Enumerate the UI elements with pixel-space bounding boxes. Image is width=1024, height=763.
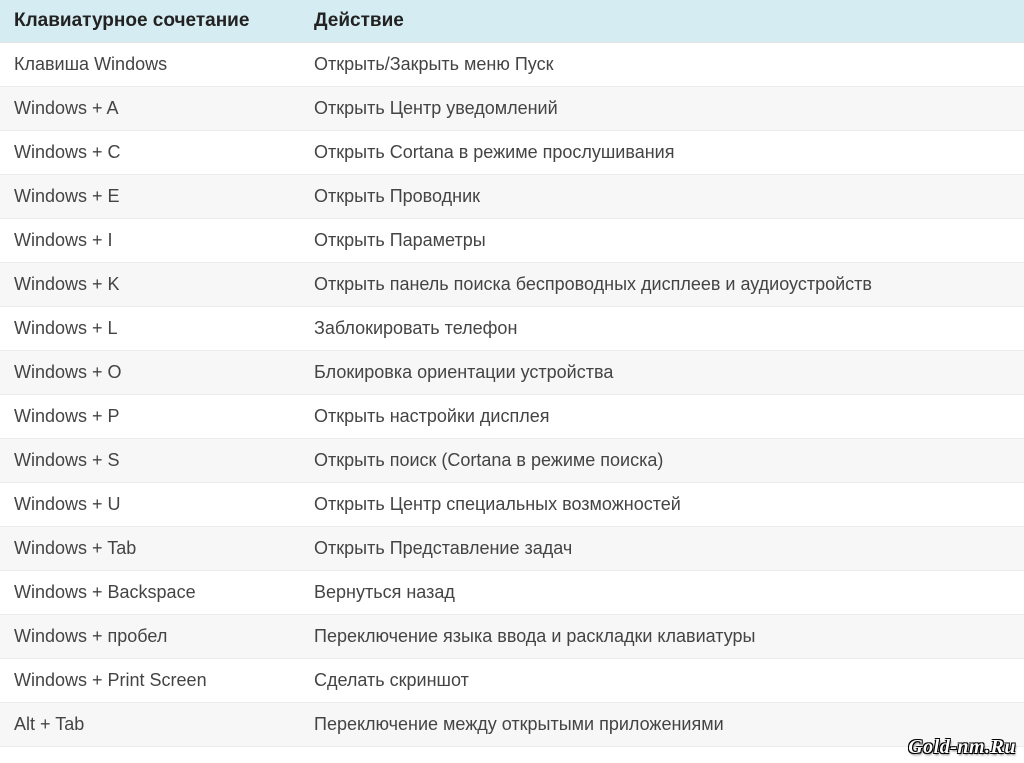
cell-shortcut: Windows + I (0, 219, 300, 263)
cell-shortcut: Windows + K (0, 263, 300, 307)
table-row: Windows + U Открыть Центр специальных во… (0, 483, 1024, 527)
table-row: Windows + Backspace Вернуться назад (0, 571, 1024, 615)
cell-shortcut: Windows + S (0, 439, 300, 483)
cell-shortcut: Windows + Tab (0, 527, 300, 571)
cell-shortcut: Windows + U (0, 483, 300, 527)
cell-action: Переключение между открытыми приложениям… (300, 703, 1024, 747)
table-row: Windows + A Открыть Центр уведомлений (0, 87, 1024, 131)
table-row: Windows + пробел Переключение языка ввод… (0, 615, 1024, 659)
cell-shortcut: Alt + Tab (0, 703, 300, 747)
table-row: Windows + I Открыть Параметры (0, 219, 1024, 263)
cell-action: Открыть Центр уведомлений (300, 87, 1024, 131)
cell-action: Открыть Cortana в режиме прослушивания (300, 131, 1024, 175)
table-header-row: Клавиатурное сочетание Действие (0, 0, 1024, 43)
cell-shortcut: Windows + L (0, 307, 300, 351)
cell-action: Открыть/Закрыть меню Пуск (300, 43, 1024, 87)
cell-action: Открыть настройки дисплея (300, 395, 1024, 439)
cell-action: Открыть Центр специальных возможностей (300, 483, 1024, 527)
header-shortcut: Клавиатурное сочетание (0, 0, 300, 43)
table-row: Клавиша Windows Открыть/Закрыть меню Пус… (0, 43, 1024, 87)
cell-action: Вернуться назад (300, 571, 1024, 615)
cell-action: Блокировка ориентации устройства (300, 351, 1024, 395)
cell-action: Переключение языка ввода и раскладки кла… (300, 615, 1024, 659)
cell-action: Открыть Представление задач (300, 527, 1024, 571)
table-row: Windows + P Открыть настройки дисплея (0, 395, 1024, 439)
cell-action: Открыть поиск (Cortana в режиме поиска) (300, 439, 1024, 483)
cell-shortcut: Windows + Backspace (0, 571, 300, 615)
table-row: Windows + C Открыть Cortana в режиме про… (0, 131, 1024, 175)
cell-action: Заблокировать телефон (300, 307, 1024, 351)
cell-shortcut: Windows + O (0, 351, 300, 395)
cell-action: Сделать скриншот (300, 659, 1024, 703)
cell-shortcut: Клавиша Windows (0, 43, 300, 87)
cell-shortcut: Windows + Print Screen (0, 659, 300, 703)
cell-action: Открыть Параметры (300, 219, 1024, 263)
table-row: Windows + O Блокировка ориентации устрой… (0, 351, 1024, 395)
table-row: Windows + L Заблокировать телефон (0, 307, 1024, 351)
header-action: Действие (300, 0, 1024, 43)
cell-action: Открыть панель поиска беспроводных диспл… (300, 263, 1024, 307)
table-row: Windows + Tab Открыть Представление зада… (0, 527, 1024, 571)
table-row: Alt + Tab Переключение между открытыми п… (0, 703, 1024, 747)
table-row: Windows + S Открыть поиск (Cortana в реж… (0, 439, 1024, 483)
cell-shortcut: Windows + A (0, 87, 300, 131)
cell-shortcut: Windows + пробел (0, 615, 300, 659)
table-row: Windows + K Открыть панель поиска беспро… (0, 263, 1024, 307)
cell-shortcut: Windows + C (0, 131, 300, 175)
cell-shortcut: Windows + P (0, 395, 300, 439)
cell-action: Открыть Проводник (300, 175, 1024, 219)
shortcuts-table: Клавиатурное сочетание Действие Клавиша … (0, 0, 1024, 747)
table-row: Windows + Print Screen Сделать скриншот (0, 659, 1024, 703)
table-row: Windows + E Открыть Проводник (0, 175, 1024, 219)
cell-shortcut: Windows + E (0, 175, 300, 219)
